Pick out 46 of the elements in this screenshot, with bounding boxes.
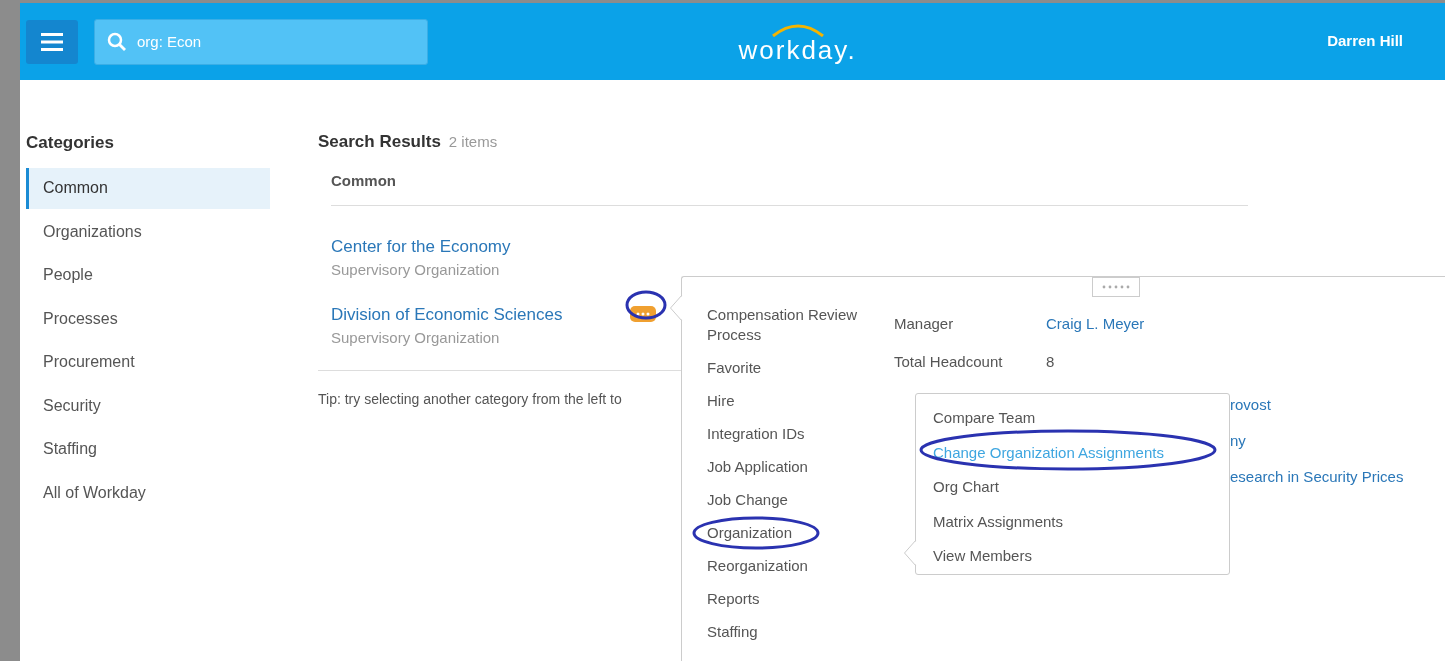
menu-icon: [41, 31, 63, 52]
more-icon: [636, 312, 651, 317]
category-item[interactable]: People: [26, 254, 270, 296]
detail-link[interactable]: esearch in Security Prices: [1230, 466, 1404, 486]
action-menu-item[interactable]: Job Change: [707, 490, 887, 510]
detail-link[interactable]: ny: [1230, 430, 1404, 450]
highlight-ellipse: [625, 289, 667, 320]
detail-link[interactable]: rovost: [1230, 394, 1404, 414]
result-link[interactable]: Division of Economic Sciences: [331, 301, 563, 327]
category-item[interactable]: Procurement: [26, 341, 270, 383]
results-heading: Search Results: [318, 131, 441, 153]
submenu-item[interactable]: Org Chart: [933, 478, 999, 495]
action-menu-item[interactable]: Compensation Review Process: [707, 305, 887, 345]
submenu-item[interactable]: Compare Team: [933, 409, 1036, 426]
grip-icon: [1101, 285, 1131, 289]
detail-label: Manager: [894, 314, 955, 334]
category-item[interactable]: Common: [26, 167, 270, 209]
category-item[interactable]: Staffing: [26, 428, 270, 470]
categories-heading: Categories: [26, 132, 115, 154]
results-count: 2 items: [448, 132, 498, 152]
action-menu-item[interactable]: Organization: [707, 523, 887, 543]
category-item[interactable]: Security: [26, 385, 270, 426]
category-item[interactable]: Organizations: [26, 211, 270, 252]
action-menu-item[interactable]: Staffing: [707, 622, 887, 642]
result-link[interactable]: Center for the Economy: [331, 233, 511, 259]
submenu-item[interactable]: View Members: [933, 547, 1032, 564]
detail-value: 8: [1046, 352, 1055, 372]
action-menu-item[interactable]: Integration IDs: [707, 424, 887, 444]
submenu-item[interactable]: Matrix Assignments: [933, 512, 1064, 530]
search-icon: [107, 31, 127, 52]
menu-button[interactable]: [26, 19, 78, 64]
action-menu-item[interactable]: Reorganization: [707, 556, 887, 576]
tip-text: Tip: try selecting another category from the left to: [318, 390, 622, 407]
action-menu-item[interactable]: Hire: [707, 391, 887, 411]
action-menu-item[interactable]: Favorite: [707, 358, 887, 378]
action-menu-item[interactable]: Reports: [707, 589, 887, 609]
drag-handle[interactable]: [1092, 277, 1140, 297]
action-menu-item[interactable]: Job Application: [707, 457, 887, 477]
logo-text: workday.: [738, 36, 857, 63]
result-type: Supervisory Organization: [331, 260, 500, 280]
category-item[interactable]: All of Workday: [26, 472, 270, 513]
section-heading: Common: [331, 171, 396, 189]
detail-label: Total Headcount: [894, 352, 1004, 372]
category-item[interactable]: Processes: [26, 298, 270, 339]
detail-link[interactable]: Craig L. Meyer: [1046, 313, 1145, 351]
result-type: Supervisory Organization: [331, 328, 500, 348]
